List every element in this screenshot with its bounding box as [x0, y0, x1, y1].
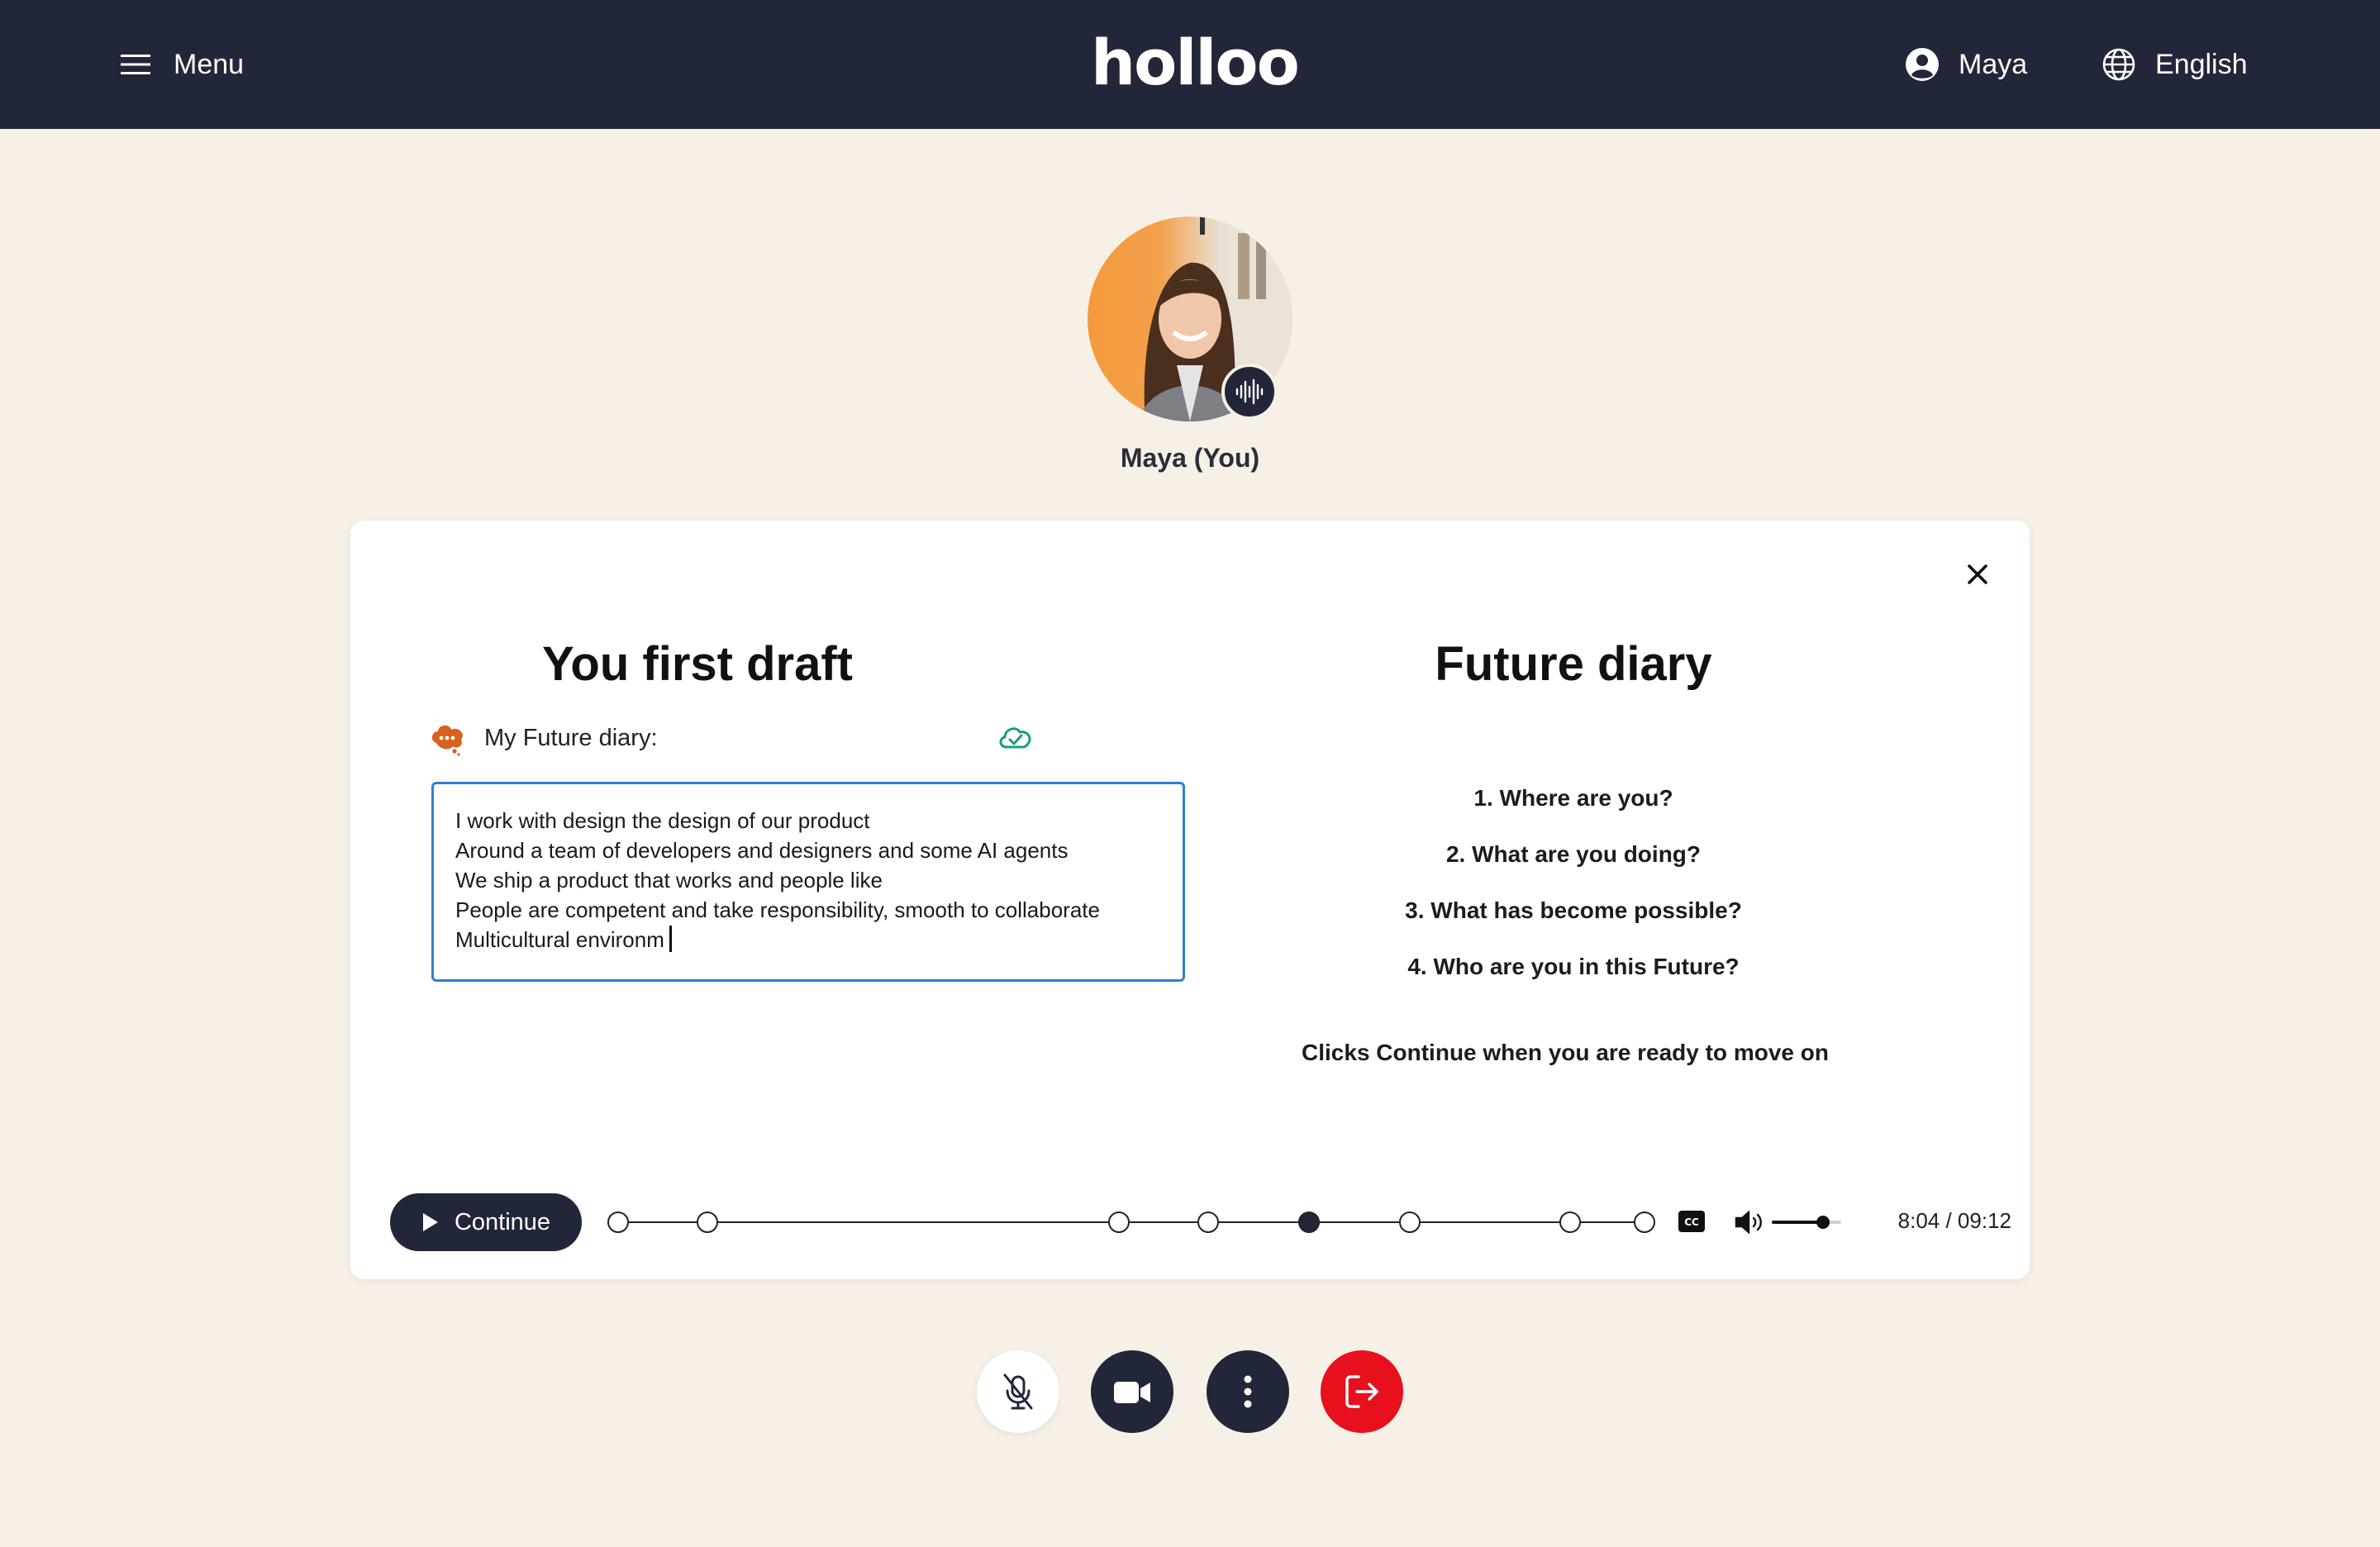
top-bar: Menu holloo Maya English	[0, 0, 2380, 129]
thought-bubble-icon	[431, 725, 463, 756]
language-label: English	[2155, 48, 2248, 80]
user-circle-icon	[1906, 48, 1939, 81]
timeline-marker[interactable]	[1559, 1211, 1581, 1233]
timeline-marker[interactable]	[607, 1211, 629, 1233]
timeline-marker[interactable]	[1108, 1211, 1130, 1233]
draft-line: People are competent and take responsibi…	[455, 897, 1100, 922]
user-menu-button[interactable]: Maya	[1904, 41, 2027, 88]
question-item: 3. What has become possible?	[1405, 897, 1742, 923]
camera-button[interactable]	[1091, 1350, 1173, 1433]
cloud-check-icon	[999, 727, 1031, 749]
draft-line: Multicultural environm	[455, 927, 664, 952]
draft-line: Around a team of developers and designer…	[455, 838, 1069, 863]
timeline-marker[interactable]	[1399, 1211, 1421, 1233]
more-options-button[interactable]	[1207, 1350, 1289, 1433]
voice-activity-badge	[1221, 364, 1278, 420]
svg-text:CC: CC	[1684, 1216, 1699, 1228]
leave-icon	[1345, 1375, 1378, 1408]
question-item: 4. Who are you in this Future?	[1407, 954, 1740, 979]
diary-label: My Future diary:	[484, 724, 658, 751]
draft-line: I work with design the design of our pro…	[455, 808, 870, 833]
menu-label: Menu	[174, 48, 245, 80]
more-vertical-icon	[1244, 1375, 1252, 1408]
text-caret	[669, 926, 672, 952]
continue-hint: Clicks Continue when you are ready to mo…	[1302, 1040, 1829, 1065]
mic-off-icon	[1003, 1373, 1033, 1410]
timeline-marker-current[interactable]	[1298, 1211, 1320, 1233]
question-item: 1. Where are you?	[1473, 785, 1673, 811]
user-name: Maya	[1959, 48, 2028, 80]
menu-button[interactable]: Menu	[119, 41, 244, 88]
cc-icon[interactable]: CC	[1678, 1210, 1706, 1233]
timeline-marker[interactable]	[1634, 1211, 1655, 1233]
timeline-marker[interactable]	[1197, 1211, 1219, 1233]
diary-title: Future diary	[1435, 637, 1712, 691]
continue-button[interactable]: Continue	[390, 1193, 582, 1251]
playback-time: 8:04 / 09:12	[1897, 1208, 2011, 1233]
participant-name: Maya (You)	[1120, 443, 1260, 473]
app-logo: holloo	[1091, 26, 1300, 99]
close-icon[interactable]	[1957, 554, 1998, 595]
language-selector[interactable]: English	[2101, 41, 2248, 88]
leave-call-button[interactable]	[1321, 1350, 1403, 1433]
exercise-card: You first draft My Future diary: I work …	[350, 521, 2030, 1279]
question-item: 2. What are you doing?	[1445, 841, 1701, 867]
play-icon	[422, 1213, 438, 1231]
globe-icon	[2102, 48, 2135, 81]
diary-label-row: My Future diary:	[430, 717, 1041, 759]
continue-label: Continue	[454, 1208, 551, 1235]
question-list: 1. Where are you? 2. What are you doing?…	[1243, 782, 1904, 1007]
volume-slider[interactable]	[1772, 1211, 1841, 1233]
volume-icon[interactable]	[1734, 1208, 1767, 1236]
video-camera-icon	[1114, 1382, 1150, 1403]
mute-button[interactable]	[977, 1350, 1059, 1433]
draft-line: We ship a product that works and people …	[455, 868, 883, 892]
draft-textarea[interactable]: I work with design the design of our pro…	[431, 782, 1185, 982]
audio-wave-icon	[1235, 378, 1264, 405]
timeline-marker[interactable]	[697, 1211, 718, 1233]
draft-title: You first draft	[542, 637, 853, 691]
participant-avatar	[1088, 217, 1292, 421]
progress-timeline[interactable]	[607, 1203, 1656, 1241]
hamburger-icon	[121, 55, 150, 74]
